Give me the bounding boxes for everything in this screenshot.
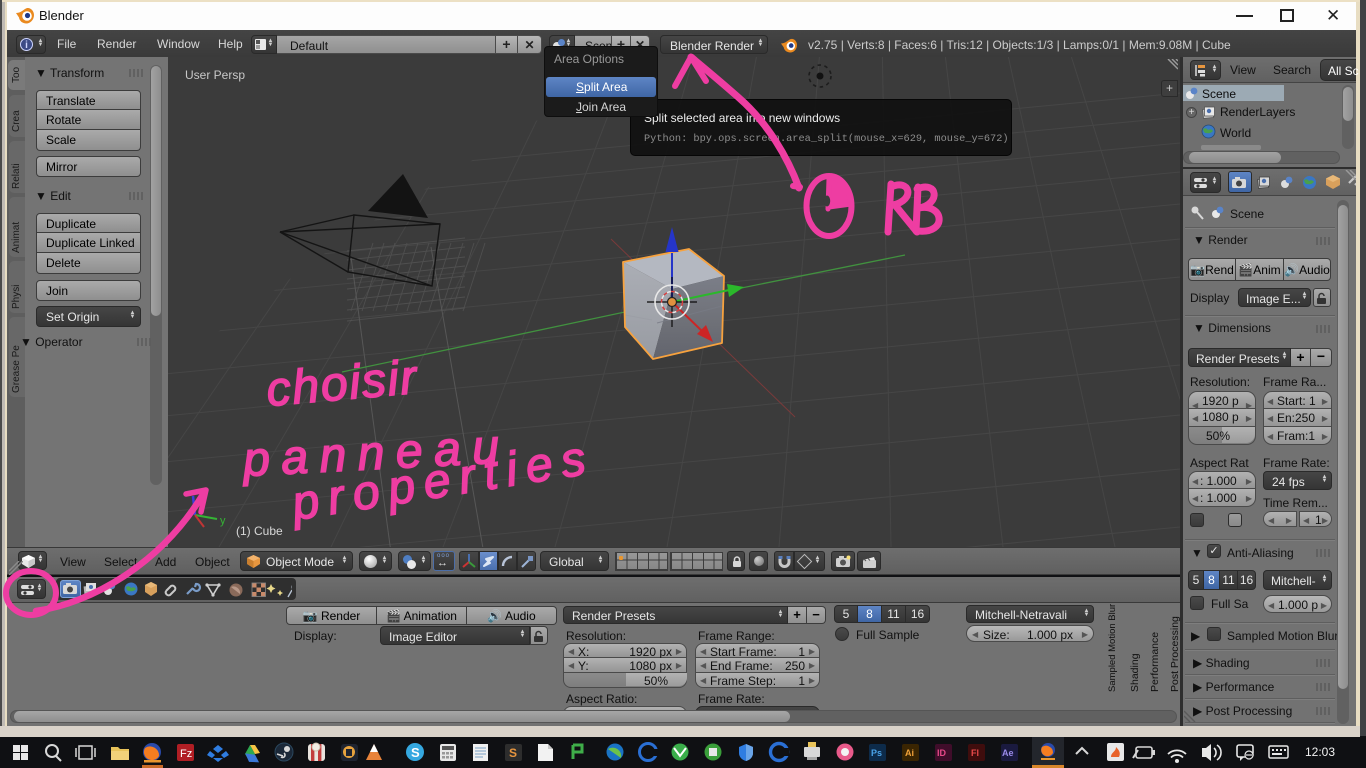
svg-text:y: y <box>220 515 226 527</box>
svg-text:S: S <box>411 745 420 760</box>
svg-text:S: S <box>509 746 517 760</box>
svg-text:Ai: Ai <box>905 748 914 758</box>
svg-text:Fl: Fl <box>971 748 979 758</box>
svg-text:Ps: Ps <box>871 748 882 758</box>
svg-text:ID: ID <box>937 748 947 758</box>
svg-text:12:03: 12:03 <box>1305 745 1335 759</box>
svg-text:Ae: Ae <box>1002 748 1014 758</box>
svg-text:Fz: Fz <box>180 748 192 760</box>
